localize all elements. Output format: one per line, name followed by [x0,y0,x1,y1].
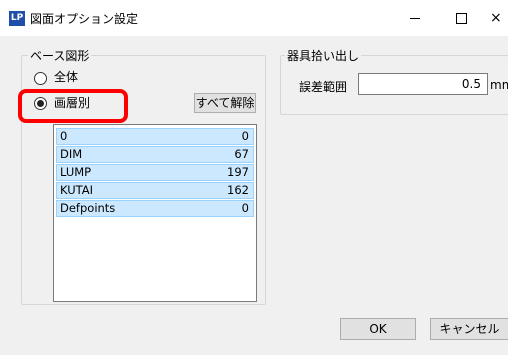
radio-all-label[interactable]: 全体 [54,68,78,85]
list-item[interactable]: DIM 67 [56,146,254,163]
minimize-button[interactable] [392,0,438,36]
layer-count: 0 [241,129,249,143]
tolerance-label: 誤差範囲 [299,80,348,94]
minimize-icon [410,17,420,19]
list-item[interactable]: 0 0 [56,128,254,145]
fixture-pickup-group-label: 器具拾い出し [285,47,362,64]
layer-count: 162 [227,183,249,197]
layer-list[interactable]: 0 0 DIM 67 LUMP 197 KUTAI 162 Defpoints … [53,124,257,302]
base-shape-group-label: ベース図形 [28,47,92,64]
highlight-annotation [18,89,128,123]
layer-count: 197 [227,165,249,179]
tolerance-unit: mm [490,78,508,92]
layer-name: DIM [60,147,83,161]
layer-count: 67 [234,147,249,161]
list-item[interactable]: KUTAI 162 [56,182,254,199]
tolerance-input[interactable]: 0.5 [358,73,488,95]
list-item[interactable]: Defpoints 0 [56,200,254,217]
layer-name: 0 [60,129,68,143]
layer-count: 0 [241,201,249,215]
ok-button[interactable]: OK [340,318,416,340]
close-icon: × [490,10,502,26]
clear-all-button[interactable]: すべて解除 [194,93,256,113]
layer-name: LUMP [60,165,92,179]
cancel-button[interactable]: キャンセル [430,318,508,340]
radio-all[interactable] [34,72,47,85]
options-dialog: LP 図面オプション設定 × ベース図形 全体 画層別 すべて解除 0 0 DI… [0,0,508,355]
maximize-button[interactable] [438,0,484,36]
title-bar: LP 図面オプション設定 × [0,0,508,36]
maximize-icon [455,12,467,24]
list-item[interactable]: LUMP 197 [56,164,254,181]
window-title: 図面オプション設定 [30,12,139,26]
app-icon: LP [9,11,25,26]
close-button[interactable]: × [484,0,508,36]
layer-name: Defpoints [60,201,116,215]
layer-name: KUTAI [60,183,94,197]
